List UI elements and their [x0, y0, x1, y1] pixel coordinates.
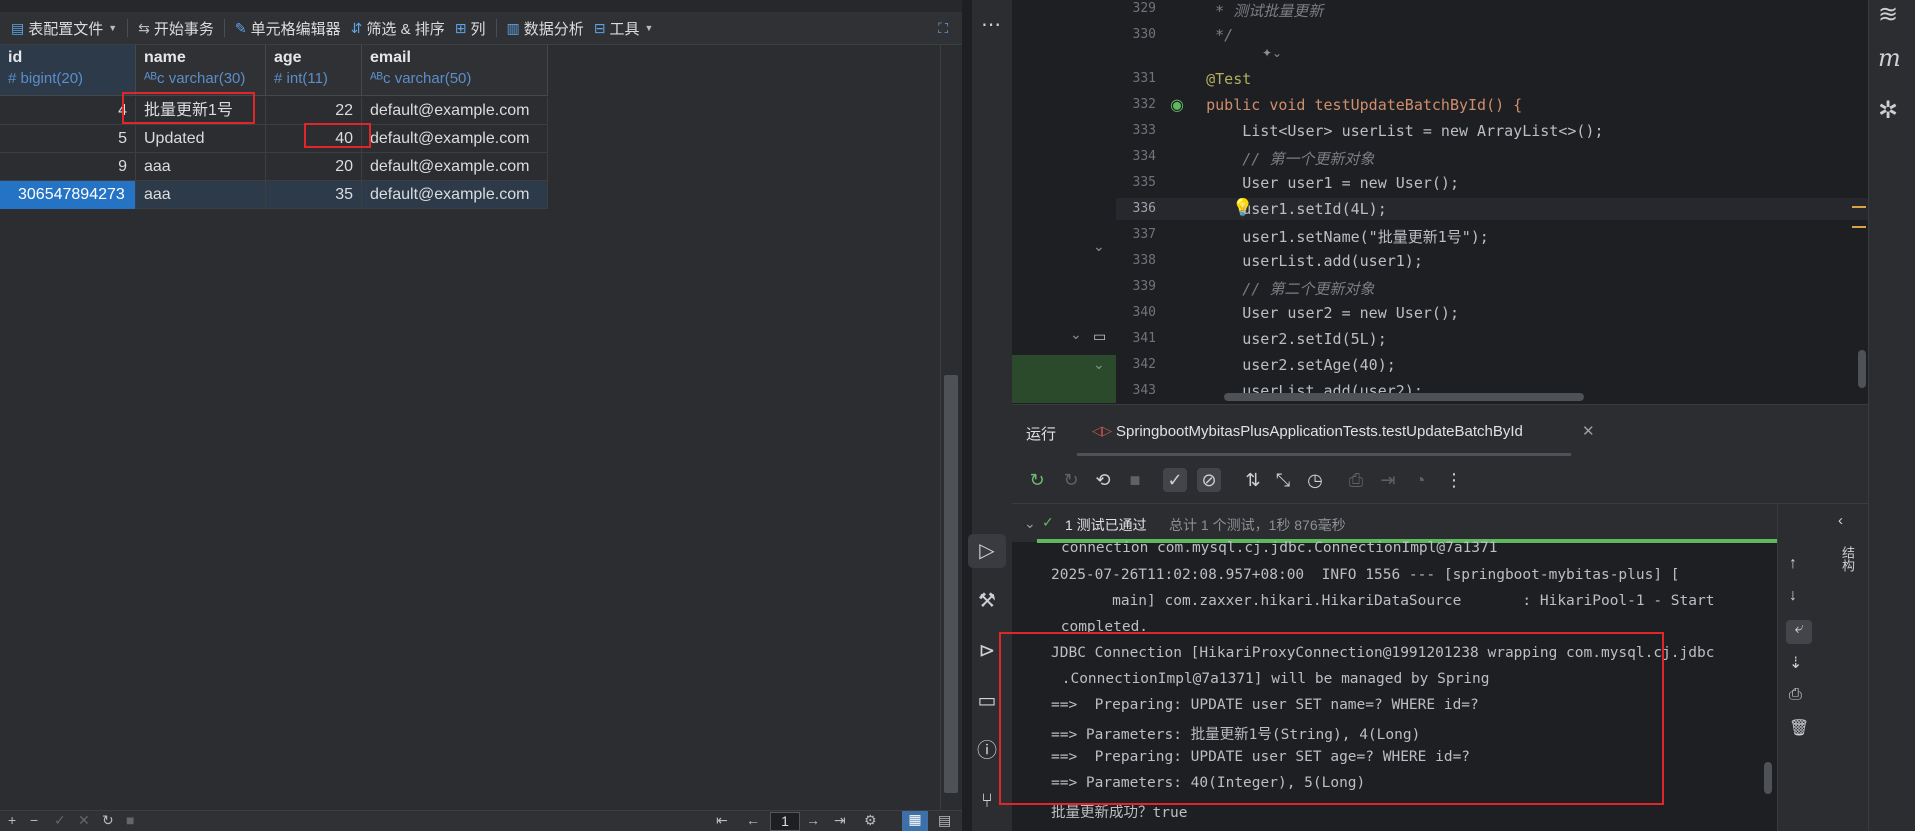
- collapse-tree-icon[interactable]: ⌄: [1024, 515, 1036, 532]
- submit-icon[interactable]: ✓: [54, 812, 66, 829]
- scrollbar-thumb[interactable]: [944, 375, 958, 793]
- ai-icon[interactable]: ✲: [1878, 96, 1898, 125]
- fold-chevron-icon[interactable]: ⌄: [1093, 238, 1105, 255]
- bar-chart-icon: ▥: [506, 19, 520, 36]
- warning-stripe: [1852, 226, 1866, 228]
- print-icon[interactable]: ⎙: [1789, 686, 1802, 704]
- table-row[interactable]: 9 aaa 20 default@example.com: [0, 153, 548, 181]
- cell-editor-button[interactable]: ✎ 单元格编辑器: [230, 12, 346, 44]
- column-header-age[interactable]: age # int(11): [266, 45, 362, 96]
- chevron-left-icon[interactable]: ‹: [1838, 512, 1843, 529]
- run-tab-label[interactable]: SpringbootMybitasPlusApplicationTests.te…: [1116, 423, 1523, 440]
- arrow-up-icon[interactable]: ↑: [1789, 555, 1797, 573]
- column-header-id[interactable]: id # bigint(20): [0, 45, 136, 96]
- chevron-down-icon: ▼: [108, 23, 118, 33]
- console-scrollbar[interactable]: [1764, 762, 1772, 794]
- highlight-box-name: [122, 92, 255, 124]
- stop-icon[interactable]: ■: [1123, 468, 1147, 492]
- more-options-icon[interactable]: ⋮: [1442, 468, 1466, 492]
- column-header-name[interactable]: name ᴬᴮc varchar(30): [136, 45, 266, 96]
- fullscreen-icon: ⛶: [938, 19, 948, 36]
- pencil-icon: ✎: [234, 19, 247, 36]
- test-passed-label: 1 测试已通过: [1065, 517, 1147, 533]
- next-page-icon[interactable]: →: [806, 812, 820, 828]
- ai-assistant-icon[interactable]: ✦⌄: [1262, 46, 1282, 60]
- rerun-icon[interactable]: ↻: [1025, 468, 1049, 492]
- history-clock-icon[interactable]: ◷: [1303, 468, 1327, 492]
- fold-chevron-icon[interactable]: ⌄: [1070, 326, 1082, 343]
- database-icon[interactable]: ≋: [1878, 0, 1898, 29]
- arrow-down-icon[interactable]: ↓: [1789, 587, 1797, 605]
- trash-icon[interactable]: 🗑: [1789, 718, 1809, 738]
- settings-gear-icon[interactable]: ⚙: [864, 812, 877, 829]
- grid-view-icon[interactable]: ▦: [902, 811, 928, 831]
- services-icon[interactable]: ⊳: [968, 634, 1006, 668]
- terminal-icon[interactable]: ▭: [968, 684, 1006, 718]
- revert-icon[interactable]: ✕: [78, 812, 90, 829]
- first-page-icon[interactable]: ⇤: [716, 812, 728, 829]
- db-toolbar: ▤ 表配置文件 ▼ ⇆ 开始事务 ✎ 单元格编辑器 ⇵ 筛选 & 排序 ⊞ 列 …: [0, 12, 962, 45]
- data-analysis-button[interactable]: ▥ 数据分析: [502, 12, 589, 44]
- config-file-icon: ▤: [11, 19, 25, 36]
- import-icon[interactable]: ⇥: [1376, 468, 1400, 492]
- table-row-selected[interactable]: 306547894273 aaa 35 default@example.com: [0, 181, 548, 209]
- expand-button[interactable]: ⛶: [933, 12, 962, 44]
- stop-icon[interactable]: ■: [126, 812, 134, 828]
- maven-icon[interactable]: m: [1878, 44, 1901, 72]
- toggle-autotest-icon[interactable]: ⟲: [1091, 468, 1115, 492]
- warning-stripe: [1852, 206, 1866, 208]
- start-transaction-button[interactable]: ⇆ 开始事务: [133, 12, 219, 44]
- table-row[interactable]: 5 Updated 40 default@example.com: [0, 125, 548, 153]
- columns-icon: ⊞: [454, 19, 467, 36]
- chevron-down-icon: ▼: [644, 23, 654, 33]
- build-hammer-icon[interactable]: ⚒: [968, 584, 1006, 618]
- highlight-box-sql-log: [999, 632, 1664, 805]
- add-row-icon[interactable]: +: [8, 812, 16, 828]
- scroll-to-end-icon[interactable]: ⇣: [1789, 653, 1802, 673]
- table-config-button[interactable]: ▤ 表配置文件 ▼: [6, 12, 122, 44]
- export-icon[interactable]: ⎙: [1344, 468, 1368, 492]
- close-tab-icon[interactable]: ✕: [1582, 422, 1595, 440]
- db-bottom-toolbar: + − ✓ ✕ ↻ ■ ⇤ ← 1 → ⇥ ⚙ ▦ ▤: [0, 810, 962, 831]
- test-run-icon: ◁▷: [1092, 423, 1112, 438]
- last-page-icon[interactable]: ⇥: [834, 812, 846, 829]
- coverage-icon[interactable]: ◔: [1408, 468, 1432, 492]
- page-number-input[interactable]: 1: [770, 812, 800, 831]
- fold-chevron-icon[interactable]: ⌄: [1093, 356, 1105, 373]
- problems-icon[interactable]: ⓘ: [968, 734, 1006, 768]
- run-title: 运行: [1026, 426, 1057, 443]
- tools-button[interactable]: ⊟ 工具 ▼: [589, 12, 659, 44]
- collapse-icon[interactable]: ⤡: [1271, 468, 1295, 492]
- soft-wrap-icon[interactable]: ⤶: [1786, 620, 1812, 644]
- table-row[interactable]: 4 批量更新1号 22 default@example.com: [0, 97, 548, 125]
- filter-icon: ⇵: [350, 19, 363, 36]
- test-summary: 总计 1 个测试，1秒 876毫秒: [1169, 517, 1346, 533]
- more-icon[interactable]: ⋯: [972, 8, 1010, 42]
- remove-row-icon[interactable]: −: [30, 812, 38, 828]
- editor-vertical-scrollbar[interactable]: [1858, 350, 1866, 388]
- git-icon[interactable]: ⑂: [968, 784, 1006, 818]
- show-ignored-icon[interactable]: ⊘: [1197, 468, 1221, 492]
- filter-sort-button[interactable]: ⇵ 筛选 & 排序: [346, 12, 450, 44]
- highlight-box-age: [304, 123, 371, 148]
- db-tab-strip: [0, 0, 962, 12]
- run-icon[interactable]: ▷: [968, 534, 1006, 568]
- columns-button[interactable]: ⊞ 列: [450, 12, 491, 44]
- show-passed-icon[interactable]: ✓: [1163, 468, 1187, 492]
- refresh-icon[interactable]: ↻: [102, 812, 114, 829]
- data-grid: id # bigint(20) name ᴬᴮc varchar(30) age…: [0, 45, 940, 810]
- passed-check-icon: ✓: [1042, 514, 1054, 530]
- rerun-failed-icon[interactable]: ↻: [1059, 468, 1083, 492]
- editor-horizontal-scrollbar[interactable]: [1224, 393, 1584, 401]
- test-status-bar: ⌄ ✓ 1 测试已通过 总计 1 个测试，1秒 876毫秒: [1012, 504, 1777, 542]
- sort-icon[interactable]: ⇅: [1241, 468, 1265, 492]
- run-tool-header: 运行 ◁▷ SpringbootMybitasPlusApplicationTe…: [1012, 404, 1868, 456]
- structure-tab[interactable]: 结构: [1838, 546, 1857, 572]
- column-header-email[interactable]: email ᴬᴮc varchar(50): [362, 45, 548, 96]
- prev-page-icon[interactable]: ←: [746, 812, 760, 828]
- folder-icon: ▭: [1093, 328, 1107, 344]
- toolbox-icon: ⊟: [593, 19, 606, 36]
- record-view-icon[interactable]: ▤: [938, 812, 951, 829]
- transaction-icon: ⇆: [138, 19, 150, 36]
